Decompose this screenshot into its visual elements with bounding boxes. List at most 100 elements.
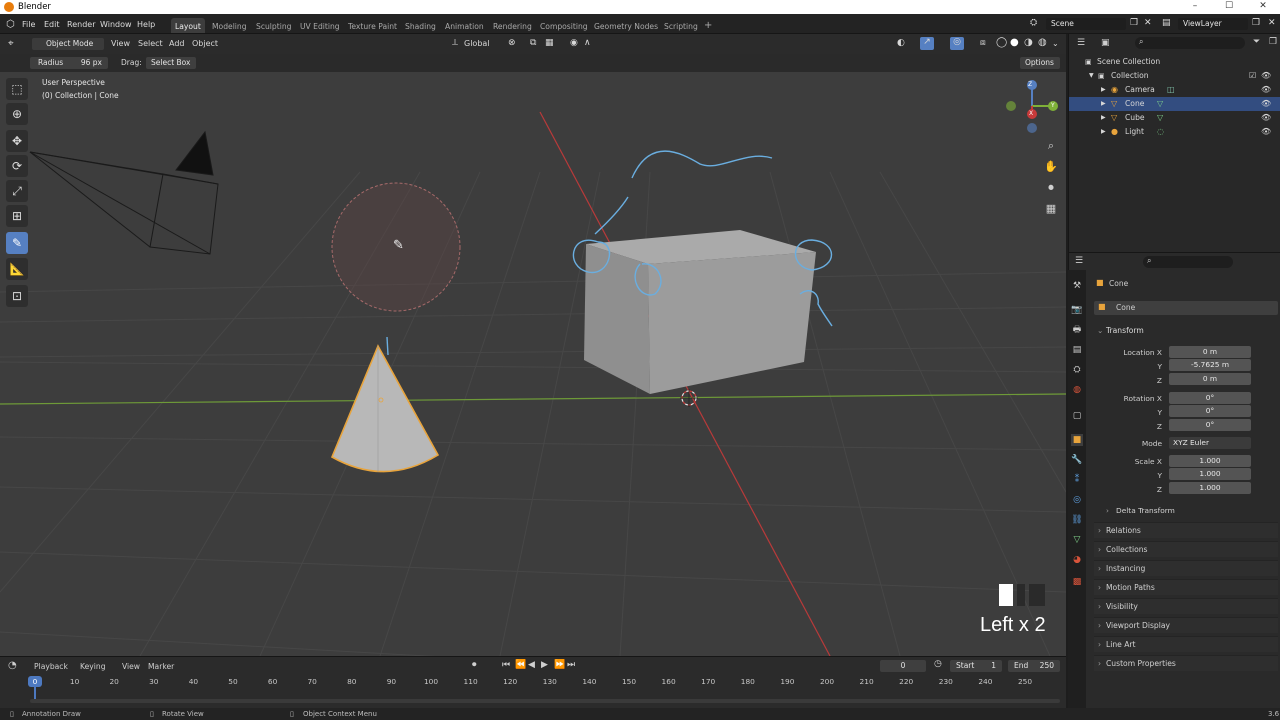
snap-grid-icon[interactable]: ▦ [545, 38, 554, 48]
transform-panel-header[interactable]: ⌄ Transform [1094, 323, 1278, 339]
shading-solid-icon[interactable]: ● [1010, 37, 1019, 48]
menu-edit[interactable]: Edit [44, 20, 60, 29]
minimize-button[interactable]: – [1178, 0, 1212, 14]
tab-compositing[interactable]: Compositing [536, 18, 592, 33]
tab-layout[interactable]: Layout [171, 18, 205, 33]
outliner-item-collection[interactable]: ▼ ▣ Collection ☑ 👁 [1069, 69, 1280, 83]
eye-icon[interactable]: 👁 [1261, 111, 1271, 125]
shading-options-icon[interactable]: ⌄ [1052, 39, 1059, 48]
collections-panel[interactable]: Collections [1094, 541, 1278, 558]
properties-search-input[interactable]: ⌕ [1143, 256, 1233, 268]
falloff-icon[interactable]: ∧ [584, 38, 591, 48]
rotation-y-field[interactable]: 0° [1169, 405, 1251, 417]
expand-arrow-icon[interactable]: ▶ [1101, 83, 1106, 97]
outliner-item-light[interactable]: ▶ ● Light ◌ 👁 [1069, 125, 1280, 139]
menu-render[interactable]: Render [67, 20, 95, 29]
modifier-tab-icon[interactable]: 🔧 [1071, 454, 1083, 466]
drag-dropdown[interactable]: Select Box [146, 57, 196, 69]
xray-icon[interactable]: ⧈ [980, 38, 986, 48]
menu-object[interactable]: Object [192, 39, 218, 48]
pan-hand-icon[interactable]: ✋ [1041, 157, 1061, 177]
radius-field[interactable]: Radius 96 px [30, 57, 108, 69]
orientation-dropdown[interactable]: Global [464, 39, 490, 48]
rotate-tool-icon[interactable]: ⟳ [6, 155, 28, 177]
transform-tool-icon[interactable]: ⊞ [6, 205, 28, 227]
outliner-item-cone[interactable]: ▶ ▽ Cone ▽ 👁 [1069, 97, 1280, 111]
tool-tab-icon[interactable]: ⚒ [1071, 280, 1083, 292]
playhead[interactable]: 0 [28, 676, 42, 687]
object-tab-icon[interactable]: ■ [1071, 434, 1083, 446]
snap-icon[interactable]: ⧉ [530, 38, 536, 48]
perspective-toggle-icon[interactable]: ▦ [1041, 199, 1061, 219]
location-x-field[interactable]: 0 m [1169, 346, 1251, 358]
pivot-icon[interactable]: ⊗ [508, 38, 516, 48]
tab-rendering[interactable]: Rendering [489, 18, 536, 33]
rotation-mode-dropdown[interactable]: XYZ Euler [1169, 437, 1251, 449]
render-tab-icon[interactable]: 📷 [1071, 304, 1083, 316]
zoom-icon[interactable]: ⌕ [1041, 136, 1061, 156]
3d-viewport[interactable]: ✎ User Perspective (0) Collection | Cone… [0, 72, 1066, 656]
scene-selector[interactable]: Scene [1046, 18, 1126, 30]
maximize-button[interactable]: ☐ [1212, 0, 1246, 14]
texture-tab-icon[interactable]: ▩ [1071, 576, 1083, 588]
world-tab-icon[interactable]: ◍ [1071, 384, 1083, 396]
tab-geometry-nodes[interactable]: Geometry Nodes [590, 18, 662, 33]
view-layer-selector[interactable]: ViewLayer [1178, 18, 1248, 30]
eye-icon[interactable]: 👁 [1261, 125, 1271, 139]
particles-tab-icon[interactable]: ⁑ [1071, 474, 1083, 486]
new-scene-icon[interactable]: ❐ [1130, 18, 1138, 28]
scene-tab-icon[interactable]: ⛭ [1071, 364, 1083, 376]
delta-transform-subpanel[interactable]: › Delta Transform [1106, 503, 1276, 519]
location-z-field[interactable]: 0 m [1169, 373, 1251, 385]
location-y-field[interactable]: -5.7625 m [1169, 359, 1251, 371]
menu-file[interactable]: File [22, 20, 35, 29]
visibility-panel[interactable]: Visibility [1094, 598, 1278, 615]
expand-arrow-icon[interactable]: ▶ [1101, 97, 1106, 111]
menu-window[interactable]: Window [100, 20, 132, 29]
menu-select[interactable]: Select [138, 39, 163, 48]
tab-scripting[interactable]: Scripting [660, 18, 702, 33]
annotate-tool-icon[interactable]: ✎ [6, 232, 28, 254]
add-workspace-button[interactable]: + [700, 16, 716, 31]
outliner-item-cube[interactable]: ▶ ▽ Cube ▽ 👁 [1069, 111, 1280, 125]
output-tab-icon[interactable]: 🖶 [1071, 324, 1083, 336]
shading-material-icon[interactable]: ◑ [1024, 37, 1033, 48]
scale-y-field[interactable]: 1.000 [1169, 468, 1251, 480]
outliner-item-camera[interactable]: ▶ ◉ Camera ◫ 👁 [1069, 83, 1280, 97]
line-art-panel[interactable]: Line Art [1094, 636, 1278, 653]
editor-type-icon[interactable]: ⌖ [8, 38, 14, 49]
move-tool-icon[interactable]: ✥ [6, 130, 28, 152]
properties-editor-icon[interactable]: ☰ [1075, 256, 1083, 266]
tab-sculpting[interactable]: Sculpting [252, 18, 295, 33]
tab-texture-paint[interactable]: Texture Paint [344, 18, 401, 33]
custom-properties-panel[interactable]: Custom Properties [1094, 655, 1278, 672]
data-tab-icon[interactable]: ▽ [1071, 534, 1083, 546]
visibility-icon[interactable]: ◐ [897, 38, 905, 48]
tab-modeling[interactable]: Modeling [208, 18, 251, 33]
scale-tool-icon[interactable]: ⤢ [6, 180, 28, 202]
relations-panel[interactable]: Relations [1094, 522, 1278, 539]
timeline-scrollbar[interactable] [30, 699, 1060, 703]
measure-tool-icon[interactable]: 📐 [6, 258, 28, 280]
filter-icon[interactable]: ⏷ [1253, 37, 1260, 47]
constraints-tab-icon[interactable]: ⛓ [1071, 514, 1083, 526]
expand-arrow-icon[interactable]: ▶ [1101, 125, 1106, 139]
close-button[interactable]: ✕ [1246, 0, 1280, 14]
new-view-layer-icon[interactable]: ❐ [1252, 18, 1260, 28]
tab-animation[interactable]: Animation [441, 18, 488, 33]
cursor-tool-icon[interactable]: ⊕ [6, 103, 28, 125]
viewport-display-panel[interactable]: Viewport Display [1094, 617, 1278, 634]
expand-arrow-icon[interactable]: ▶ [1101, 111, 1106, 125]
shading-rendered-icon[interactable]: ◍ [1038, 37, 1047, 48]
tab-uv-editing[interactable]: UV Editing [296, 18, 344, 33]
overlay-toggle-icon[interactable]: ◎ [950, 37, 964, 50]
scale-x-field[interactable]: 1.000 [1169, 455, 1251, 467]
shading-wireframe-icon[interactable]: ◯ [996, 37, 1007, 48]
display-mode-icon[interactable]: ▣ [1101, 38, 1110, 48]
gizmo-toggle-icon[interactable]: ↗ [920, 37, 934, 50]
tab-shading[interactable]: Shading [401, 18, 440, 33]
view-layer-tab-icon[interactable]: ▤ [1071, 344, 1083, 356]
eye-icon[interactable]: 👁 [1261, 97, 1271, 111]
add-cube-tool-icon[interactable]: ⊡ [6, 285, 28, 307]
mode-dropdown[interactable]: Object Mode [32, 38, 104, 50]
